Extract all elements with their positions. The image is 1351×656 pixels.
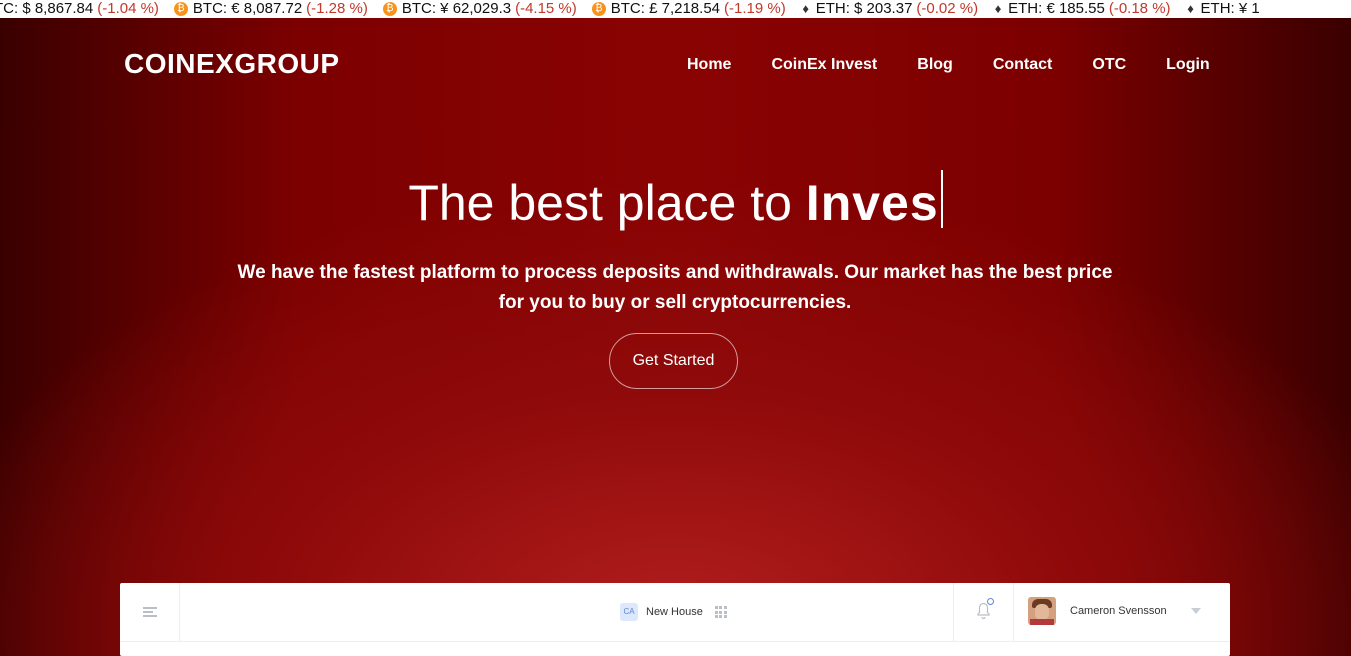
- hero-subtext: We have the fastest platform to process …: [237, 262, 1113, 313]
- ticker-change: (-0.02 %): [916, 0, 979, 17]
- nav-home[interactable]: Home: [687, 56, 731, 74]
- ticker-item: ₿ BTC: € 8,087.72 (-1.28 %): [173, 0, 368, 18]
- grid-icon[interactable]: [714, 606, 727, 618]
- dashboard-preview: CA New House Cameron Svensson: [120, 583, 1230, 656]
- ticker-change: (-4.15 %): [515, 0, 577, 17]
- ticker-price: TC: $ 8,867.84: [0, 0, 94, 17]
- typing-caret: [940, 170, 943, 228]
- nav-contact[interactable]: Contact: [993, 56, 1053, 74]
- ticker-price: ETH: $ 203.37: [815, 0, 913, 17]
- headline-plain: The best place to: [408, 175, 806, 231]
- ticker-change: (-1.04 %): [97, 0, 159, 17]
- ethereum-icon: ♦: [802, 1, 809, 16]
- menu-icon[interactable]: [120, 583, 180, 641]
- dashboard-topbar: CA New House Cameron Svensson: [120, 583, 1230, 642]
- site-logo[interactable]: COINEXGROUP: [124, 48, 340, 80]
- ticker-price: ETH: € 185.55: [1008, 0, 1105, 17]
- main-nav: Home CoinEx Invest Blog Contact OTC Logi…: [687, 56, 1210, 74]
- bell-icon: [977, 602, 990, 620]
- nav-login[interactable]: Login: [1166, 56, 1210, 74]
- ticker-price: BTC: € 8,087.72: [192, 0, 303, 17]
- ticker-price: ETH: ¥ 1: [1200, 0, 1260, 17]
- headline-typed-word: Inves: [805, 175, 939, 231]
- hero-headline: The best place to Inves: [0, 170, 1351, 236]
- hero-section: COINEXGROUP Home CoinEx Invest Blog Cont…: [0, 18, 1351, 656]
- project-badge: CA: [620, 603, 638, 621]
- nav-otc[interactable]: OTC: [1092, 56, 1126, 74]
- ticker-item: ₿ BTC: ¥ 62,029.3 (-4.15 %): [382, 0, 577, 18]
- ticker-item: ₿ BTC: £ 7,218.54 (-1.19 %): [591, 0, 786, 18]
- bitcoin-icon: ₿: [173, 2, 188, 16]
- ticker-track: TC: $ 8,867.84 (-1.04 %) ₿ BTC: € 8,087.72(…: [0, 0, 1275, 18]
- ticker-item: ♦ ETH: ¥ 1: [1186, 0, 1260, 18]
- chevron-down-icon[interactable]: [1190, 608, 1201, 614]
- project-selector[interactable]: CA New House: [620, 603, 727, 621]
- user-menu[interactable]: Cameron Svensson: [1028, 597, 1201, 625]
- bitcoin-icon: ₿: [591, 2, 606, 16]
- ticker-change: (-1.19 %): [724, 0, 786, 17]
- ticker-change: (-1.28 %): [306, 0, 368, 17]
- get-started-button[interactable]: Get Started: [609, 333, 738, 389]
- nav-coinex-invest[interactable]: CoinEx Invest: [771, 56, 877, 74]
- nav-blog[interactable]: Blog: [917, 56, 953, 74]
- notification-bell[interactable]: [953, 583, 1014, 641]
- ethereum-icon: ♦: [994, 1, 1002, 16]
- ticker-item: TC: $ 8,867.84 (-1.04 %): [0, 0, 159, 18]
- ethereum-icon: ♦: [1187, 1, 1194, 16]
- price-ticker: TC: $ 8,867.84 (-1.04 %) ₿ BTC: € 8,087.72(…: [0, 0, 1351, 18]
- ticker-change: (-0.18 %): [1108, 0, 1171, 17]
- notification-dot: [987, 598, 994, 605]
- ticker-price: BTC: ¥ 62,029.3: [401, 0, 512, 17]
- ticker-item: ♦ ETH: € 185.55 (-0.18 %): [993, 0, 1171, 18]
- project-name: New House: [646, 606, 703, 618]
- ticker-item: ♦ ETH: $ 203.37 (-0.02 %): [801, 0, 978, 18]
- ticker-price: BTC: £ 7,218.54: [610, 0, 720, 17]
- avatar: [1028, 597, 1056, 625]
- user-name: Cameron Svensson: [1070, 605, 1167, 617]
- bitcoin-icon: ₿: [382, 2, 397, 16]
